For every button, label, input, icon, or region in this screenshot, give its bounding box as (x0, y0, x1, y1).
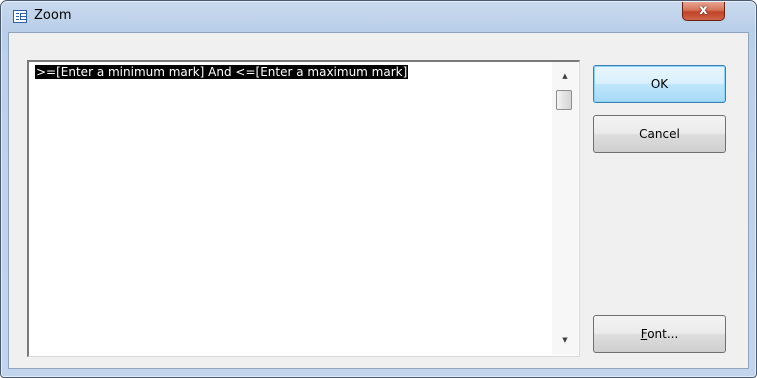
close-icon: x (699, 3, 708, 18)
vertical-scrollbar[interactable]: ▲ ▼ (552, 62, 578, 355)
title-bar[interactable]: Zoom x (1, 1, 756, 31)
scroll-thumb[interactable] (556, 90, 572, 110)
zoom-form-icon (13, 10, 27, 23)
font-button[interactable]: Font... (593, 315, 726, 353)
selected-expression-text[interactable]: >=[Enter a minimum mark] And <=[Enter a … (35, 65, 409, 79)
scroll-down-arrow-icon[interactable]: ▼ (552, 332, 578, 348)
cancel-button[interactable]: Cancel (593, 115, 726, 153)
window-title: Zoom (34, 8, 72, 23)
close-button[interactable]: x (682, 2, 725, 21)
font-button-label: ont... (647, 327, 679, 341)
ok-button[interactable]: OK (593, 65, 726, 103)
zoom-text-area[interactable] (27, 60, 580, 357)
scroll-up-arrow-icon[interactable]: ▲ (552, 68, 578, 84)
